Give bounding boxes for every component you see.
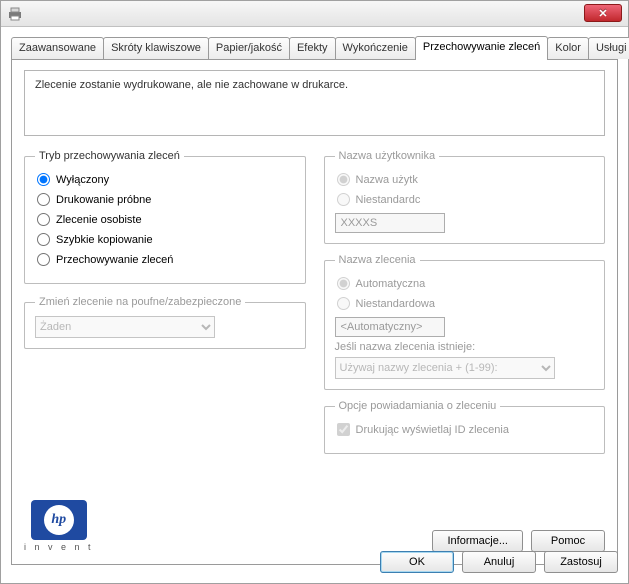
jobname-exists-label: Jeśli nazwa zlecenia istnieje:: [335, 341, 595, 353]
username-custom: Niestandardc: [337, 193, 595, 206]
mode-off[interactable]: Wyłączony: [37, 173, 295, 186]
storage-mode-legend: Tryb przechowywania zleceń: [35, 150, 184, 162]
tab-color[interactable]: Kolor: [547, 37, 589, 59]
jobname-custom-label: Niestandardowa: [356, 298, 436, 310]
print-properties-window: ✕ Zaawansowane Skróty klawiszowe Papier/…: [0, 0, 629, 584]
jobname-auto-label: Automatyczna: [356, 278, 426, 290]
titlebar: ✕: [1, 1, 628, 27]
jobname-input: [335, 317, 445, 337]
tabstrip: Zaawansowane Skróty klawiszowe Papier/ja…: [11, 35, 618, 59]
mode-personal-radio[interactable]: [37, 213, 50, 226]
username-custom-label: Niestandardc: [356, 194, 421, 206]
mode-quickcopy[interactable]: Szybkie kopiowanie: [37, 233, 295, 246]
tab-advanced[interactable]: Zaawansowane: [11, 37, 104, 59]
info-button[interactable]: Informacje...: [432, 530, 523, 552]
mode-off-label: Wyłączony: [56, 174, 109, 186]
tab-services[interactable]: Usługi: [588, 37, 629, 59]
mode-storage[interactable]: Przechowywanie zleceń: [37, 253, 295, 266]
status-message: Zlecenie zostanie wydrukowane, ale nie z…: [24, 70, 605, 136]
mode-proof[interactable]: Drukowanie próbne: [37, 193, 295, 206]
mode-storage-label: Przechowywanie zleceń: [56, 254, 173, 266]
printer-icon: [7, 6, 23, 22]
jobname-group: Nazwa zlecenia Automatyczna Niestandardo…: [324, 254, 606, 390]
hp-logo-text: hp: [44, 505, 74, 535]
dialog-content: Zaawansowane Skróty klawiszowe Papier/ja…: [1, 27, 628, 583]
jobname-exists-select: Używaj nazwy zlecenia + (1-99):: [335, 357, 555, 379]
username-group: Nazwa użytkownika Nazwa użytk Niestandar…: [324, 150, 606, 244]
tab-paper-quality[interactable]: Papier/jakość: [208, 37, 290, 59]
jobname-legend: Nazwa zlecenia: [335, 254, 420, 266]
secure-group: Zmień zlecenie na poufne/zabezpieczone Ż…: [24, 296, 306, 349]
notify-group: Opcje powiadamiania o zleceniu Drukując …: [324, 400, 606, 454]
username-auto-label: Nazwa użytk: [356, 174, 418, 186]
notify-legend: Opcje powiadamiania o zleceniu: [335, 400, 501, 412]
right-column: Nazwa użytkownika Nazwa użytk Niestandar…: [324, 150, 606, 464]
tab-effects[interactable]: Efekty: [289, 37, 336, 59]
jobname-auto: Automatyczna: [337, 277, 595, 290]
mode-personal[interactable]: Zlecenie osobiste: [37, 213, 295, 226]
tab-finishing[interactable]: Wykończenie: [335, 37, 416, 59]
notify-showid-label: Drukując wyświetlaj ID zlecenia: [356, 424, 509, 436]
secure-select: Żaden: [35, 316, 215, 338]
invent-text: i n v e n t: [24, 542, 94, 552]
notify-showid: Drukując wyświetlaj ID zlecenia: [337, 423, 595, 436]
help-button[interactable]: Pomoc: [531, 530, 605, 552]
tab-panel: Zlecenie zostanie wydrukowane, ale nie z…: [11, 59, 618, 565]
username-custom-radio: [337, 193, 350, 206]
apply-button[interactable]: Zastosuj: [544, 551, 618, 573]
columns: Tryb przechowywania zleceń Wyłączony Dru…: [24, 150, 605, 464]
panel-button-row: Informacje... Pomoc: [432, 530, 605, 552]
close-button[interactable]: ✕: [584, 4, 622, 22]
tab-job-storage[interactable]: Przechowywanie zleceń: [415, 36, 548, 60]
ok-button[interactable]: OK: [380, 551, 454, 573]
mode-personal-label: Zlecenie osobiste: [56, 214, 142, 226]
mode-off-radio[interactable]: [37, 173, 50, 186]
username-legend: Nazwa użytkownika: [335, 150, 440, 162]
mode-proof-radio[interactable]: [37, 193, 50, 206]
username-auto: Nazwa użytk: [337, 173, 595, 186]
cancel-button[interactable]: Anuluj: [462, 551, 536, 573]
hp-logo-area: hp i n v e n t: [24, 500, 94, 552]
username-auto-radio: [337, 173, 350, 186]
jobname-auto-radio: [337, 277, 350, 290]
dialog-button-row: OK Anuluj Zastosuj: [380, 551, 618, 573]
left-column: Tryb przechowywania zleceń Wyłączony Dru…: [24, 150, 306, 464]
mode-storage-radio[interactable]: [37, 253, 50, 266]
storage-mode-group: Tryb przechowywania zleceń Wyłączony Dru…: [24, 150, 306, 284]
hp-logo: hp: [31, 500, 87, 540]
jobname-custom-radio: [337, 297, 350, 310]
mode-quickcopy-label: Szybkie kopiowanie: [56, 234, 153, 246]
username-input: [335, 213, 445, 233]
mode-quickcopy-radio[interactable]: [37, 233, 50, 246]
jobname-custom: Niestandardowa: [337, 297, 595, 310]
close-icon: ✕: [598, 7, 607, 20]
notify-showid-checkbox: [337, 423, 350, 436]
tab-shortcuts[interactable]: Skróty klawiszowe: [103, 37, 209, 59]
secure-legend: Zmień zlecenie na poufne/zabezpieczone: [35, 296, 245, 308]
mode-proof-label: Drukowanie próbne: [56, 194, 151, 206]
